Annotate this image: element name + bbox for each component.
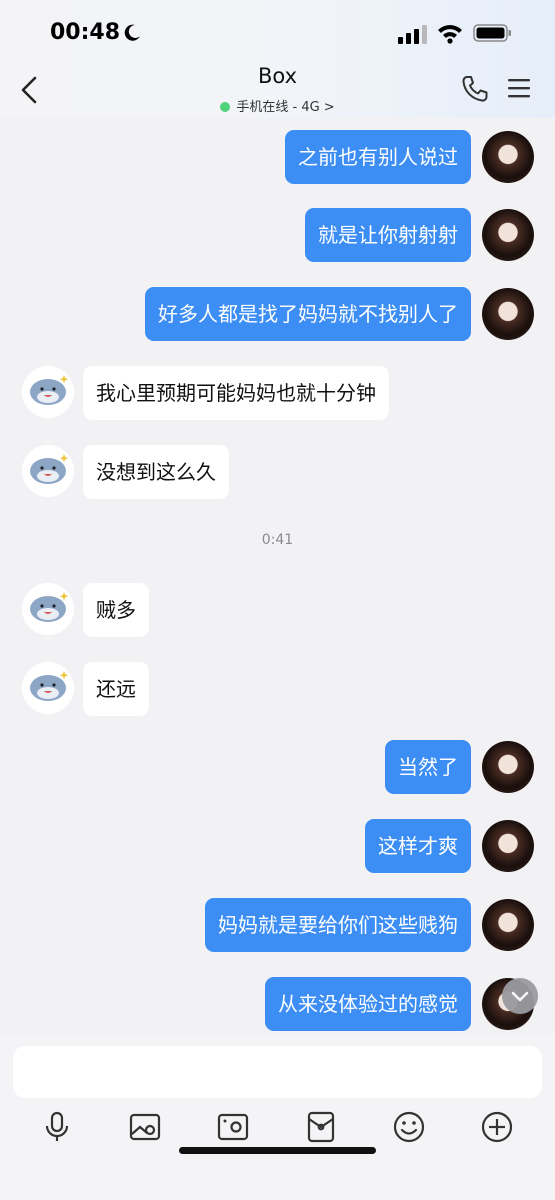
chat-header: 00:48 Box 手机在线 - 4G > (0, 0, 555, 118)
my-avatar[interactable] (482, 209, 534, 261)
message-input[interactable] (13, 1046, 542, 1098)
my-avatar[interactable] (482, 741, 534, 793)
message-row-outgoing: 妈妈就是要给你们这些贱狗 (0, 898, 555, 952)
shark-sticker-icon (30, 671, 69, 701)
emoji-icon[interactable] (392, 1110, 426, 1144)
wifi-icon (438, 25, 462, 44)
message-bubble[interactable]: 我心里预期可能妈妈也就十分钟 (83, 366, 389, 420)
shark-sticker-icon (30, 592, 69, 622)
battery-icon (473, 24, 511, 42)
message-row-outgoing: 好多人都是找了妈妈就不找别人了 (0, 287, 555, 341)
message-row-outgoing: 就是让你射射射 (0, 208, 555, 262)
my-avatar[interactable] (482, 820, 534, 872)
home-indicator[interactable] (179, 1147, 376, 1154)
message-bubble[interactable]: 还远 (83, 662, 149, 716)
message-row-incoming: 还远 (0, 662, 555, 716)
my-avatar[interactable] (482, 288, 534, 340)
online-status-text: 手机在线 - 4G (236, 100, 320, 115)
message-row-incoming: 贼多 (0, 583, 555, 637)
input-bar (0, 1034, 555, 1200)
message-row-incoming: 没想到这么久 (0, 445, 555, 499)
message-timestamp: 0:41 (261, 532, 294, 548)
contact-avatar[interactable] (22, 662, 74, 714)
shark-sticker-icon (30, 454, 69, 484)
image-icon[interactable] (128, 1110, 162, 1144)
cellular-signal-icon (398, 25, 427, 44)
message-bubble[interactable]: 这样才爽 (365, 819, 471, 873)
phone-call-button[interactable] (460, 74, 490, 104)
message-bubble[interactable]: 妈妈就是要给你们这些贱狗 (205, 898, 471, 952)
message-bubble[interactable]: 没想到这么久 (83, 445, 229, 499)
menu-button[interactable] (507, 76, 531, 100)
message-bubble[interactable]: 从来没体验过的感觉 (265, 977, 471, 1031)
my-avatar[interactable] (482, 899, 534, 951)
chat-message-list[interactable]: 之前也有别人说过 就是让你射射射 好多人都是找了妈妈就不找别人了 我心里预期可能… (0, 118, 555, 1034)
message-bubble[interactable]: 好多人都是找了妈妈就不找别人了 (145, 287, 471, 341)
contact-avatar[interactable] (22, 583, 74, 635)
message-bubble[interactable]: 就是让你射射射 (305, 208, 471, 262)
message-bubble[interactable]: 之前也有别人说过 (285, 130, 471, 184)
online-dot-icon (220, 102, 231, 112)
shark-sticker-icon (30, 375, 69, 405)
my-avatar[interactable] (482, 131, 534, 183)
red-packet-icon[interactable] (304, 1110, 338, 1144)
status-time: 00:48 (50, 20, 121, 45)
message-bubble[interactable]: 当然了 (385, 740, 471, 794)
message-row-incoming: 我心里预期可能妈妈也就十分钟 (0, 366, 555, 420)
scroll-to-bottom-button[interactable] (502, 978, 538, 1014)
contact-avatar[interactable] (22, 445, 74, 497)
plus-icon[interactable] (480, 1110, 514, 1144)
camera-icon[interactable] (216, 1110, 250, 1144)
message-bubble[interactable]: 贼多 (83, 583, 149, 637)
message-row-outgoing: 当然了 (0, 740, 555, 794)
message-row-outgoing: 这样才爽 (0, 819, 555, 873)
moon-icon (124, 24, 140, 41)
microphone-icon[interactable] (40, 1110, 74, 1144)
message-row-outgoing: 从来没体验过的感觉 (0, 977, 555, 1031)
message-row-outgoing: 之前也有别人说过 (0, 130, 555, 184)
chevron-right-icon: > (323, 100, 335, 115)
contact-avatar[interactable] (22, 366, 74, 418)
